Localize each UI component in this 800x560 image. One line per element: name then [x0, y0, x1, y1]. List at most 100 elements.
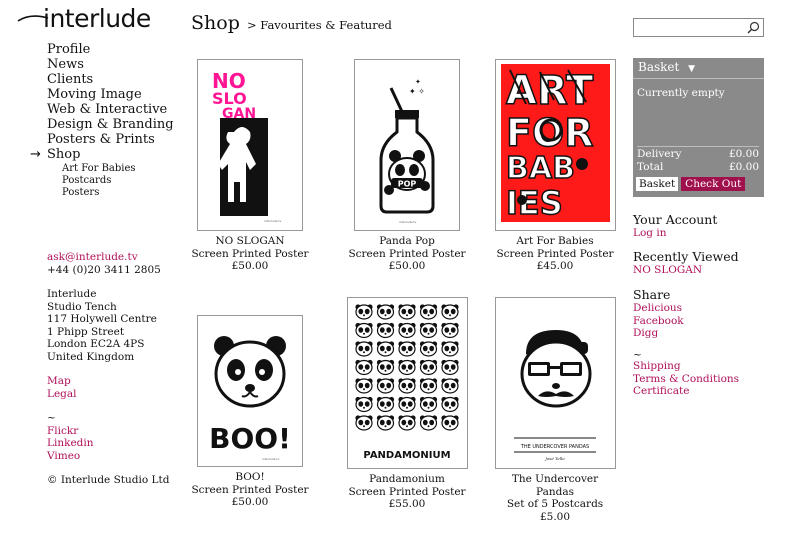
share-section: Share Delicious Facebook Digg [633, 288, 783, 340]
panda-face-icon [397, 378, 416, 394]
basket-header[interactable]: Basket ▼ [633, 58, 764, 79]
poster-text: POP [398, 180, 417, 189]
subnav-item-postcards[interactable]: Postcards [62, 175, 187, 187]
basket-totals: Delivery £0.00 Total £0.00 [637, 146, 759, 173]
product-card[interactable]: ✦ ✧ ✦ POP interlude.tv Panda Pop Screen … [343, 59, 471, 273]
product-card[interactable]: NO SLO GAN interlude.tv NO SLOGAN Screen… [186, 59, 314, 273]
linkedin-link[interactable]: Linkedin [47, 437, 197, 450]
contact-info: ask@interlude.tv +44 (0)20 3411 2805 Int… [47, 251, 197, 487]
panda-face-icon [440, 322, 459, 339]
map-link[interactable]: Map [47, 375, 197, 388]
nav-item-posters-prints[interactable]: Posters & Prints [47, 132, 187, 147]
subnav-item-posters[interactable]: Posters [62, 187, 187, 199]
panda-face-icon [376, 396, 394, 413]
panda-face-icon [419, 359, 437, 376]
total-row: Total £0.00 [637, 161, 759, 174]
panda-face-icon [354, 341, 373, 357]
nav-item-clients[interactable]: Clients [47, 72, 187, 87]
legal-link[interactable]: Legal [47, 388, 197, 401]
svg-text:José Tello: José Tello [544, 456, 565, 461]
nav-item-moving-image[interactable]: Moving Image [47, 87, 187, 102]
basket-title: Basket [638, 60, 680, 74]
nav-item-profile[interactable]: Profile [47, 42, 187, 57]
certificate-link[interactable]: Certificate [633, 385, 783, 398]
product-name[interactable]: Pandamonium [343, 473, 471, 486]
main-nav: Profile News Clients Moving Image Web & … [30, 42, 187, 199]
product-price: £55.00 [388, 498, 426, 510]
dropdown-triangle-icon[interactable]: ▼ [688, 64, 695, 74]
nav-item-shop[interactable]: → Shop [30, 147, 187, 162]
share-digg-link[interactable]: Digg [633, 327, 783, 340]
panda-face-icon [354, 359, 373, 376]
nav-item-web-interactive[interactable]: Web & Interactive [47, 102, 187, 117]
product-name[interactable]: The Undercover Pandas [493, 473, 617, 498]
product-image-art-for-babies[interactable]: ART FOR BAB IES [494, 59, 616, 231]
total-value: £0.00 [728, 160, 759, 173]
phone-number: +44 (0)20 3411 2805 [47, 263, 161, 276]
panda-face-icon [376, 304, 394, 320]
address-line: 117 Holywell Centre [47, 313, 157, 325]
flickr-link[interactable]: Flickr [47, 425, 197, 438]
product-image-no-slogan[interactable]: NO SLO GAN interlude.tv [197, 59, 303, 231]
svg-text:BAB: BAB [506, 151, 575, 186]
panda-face-icon [397, 359, 416, 376]
share-facebook-link[interactable]: Facebook [633, 315, 783, 328]
email-link[interactable]: ask@interlude.tv [47, 251, 197, 264]
product-image-undercover-pandas[interactable]: THE UNDERCOVER PANDAS José Tello [494, 297, 616, 469]
product-price: £50.00 [231, 260, 269, 272]
nav-item-design-branding[interactable]: Design & Branding [47, 117, 187, 132]
login-link[interactable]: Log in [633, 227, 783, 240]
terms-link[interactable]: Terms & Conditions [633, 373, 783, 386]
panda-face-icon [376, 378, 394, 394]
vimeo-link[interactable]: Vimeo [47, 450, 197, 463]
subnav-item-art-for-babies[interactable]: Art For Babies [62, 163, 187, 175]
total-label: Total [637, 160, 664, 173]
product-name[interactable]: Panda Pop [343, 235, 471, 248]
site-logo[interactable]: interlude [16, 4, 156, 36]
panda-face-icon [354, 415, 373, 431]
recent-item-link[interactable]: NO SLOGAN [633, 264, 783, 277]
panda-face-icon [419, 341, 437, 357]
product-name[interactable]: NO SLOGAN [186, 235, 314, 248]
product-image-panda-pop[interactable]: ✦ ✧ ✦ POP interlude.tv [354, 59, 460, 231]
svg-text:✦: ✦ [415, 78, 421, 86]
panda-face-icon [419, 378, 437, 394]
product-card[interactable]: THE UNDERCOVER PANDAS José Tello The Und… [493, 297, 617, 523]
poster-text: PANDAMONIUM [363, 450, 450, 461]
magnifier-icon[interactable] [747, 21, 760, 34]
share-delicious-link[interactable]: Delicious [633, 302, 783, 315]
address-line: London EC2A 4PS [47, 338, 145, 350]
product-card[interactable]: ART FOR BAB IES Art For Babies Screen Pr… [493, 59, 617, 273]
product-price: £50.00 [388, 260, 426, 272]
product-image-pandamonium[interactable]: PANDAMONIUM [346, 297, 468, 469]
postal-address: Interlude Studio Tench 117 Holywell Cent… [47, 288, 197, 363]
account-heading: Your Account [633, 212, 718, 227]
panda-face-icon [440, 396, 459, 413]
panda-face-icon [419, 415, 437, 431]
svg-text:✦ ✧: ✦ ✧ [409, 87, 425, 96]
panda-face-icon [397, 304, 416, 320]
panda-face-icon [440, 415, 459, 431]
poster-text: THE UNDERCOVER PANDAS [519, 444, 588, 450]
panda-face-icon [376, 415, 394, 431]
page-title-bar: Shop > Favourites & Featured [191, 12, 392, 34]
product-card[interactable]: BOO! interlude.tv BOO! Screen Printed Po… [186, 315, 314, 509]
panda-face-icon [397, 341, 416, 357]
panda-face-icon [354, 378, 373, 394]
product-description: Screen Printed Poster [191, 483, 309, 496]
product-name[interactable]: BOO! [186, 471, 314, 484]
checkout-button[interactable]: Check Out [681, 177, 746, 191]
nav-item-news[interactable]: News [47, 57, 187, 72]
address-line: Interlude [47, 288, 97, 300]
shipping-link[interactable]: Shipping [633, 360, 783, 373]
product-card[interactable]: PANDAMONIUM Pandamonium Screen Printed P… [343, 297, 471, 511]
panda-face-icon [419, 304, 437, 320]
view-basket-button[interactable]: Basket [636, 177, 679, 191]
basket-panel: Basket ▼ Currently empty Delivery £0.00 … [633, 58, 764, 197]
product-image-boo[interactable]: BOO! interlude.tv [197, 315, 303, 467]
panda-face-icon [397, 322, 416, 339]
product-name[interactable]: Art For Babies [493, 235, 617, 248]
search-input[interactable] [634, 23, 744, 40]
panda-face-icon [376, 341, 394, 357]
panda-face-icon [397, 415, 416, 431]
